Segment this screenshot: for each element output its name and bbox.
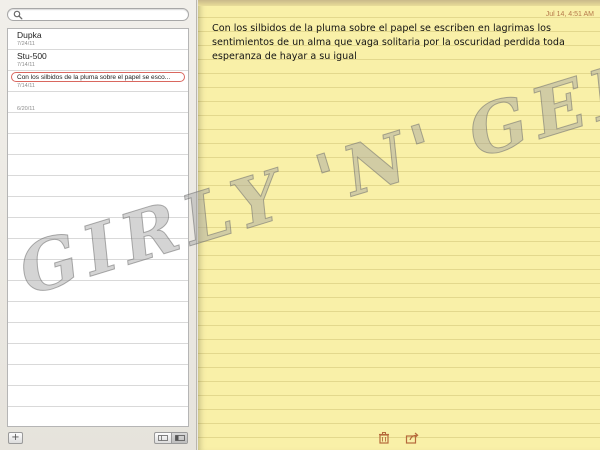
view-toggle [154, 432, 188, 444]
note-item-title: Dupka [17, 30, 42, 40]
note-item-title: Stu-500 [17, 51, 47, 61]
note-list-item-dupka[interactable]: Dupka 7/24/11 [8, 29, 188, 50]
sidebar-footer: + [0, 428, 197, 450]
note-timestamp: Jul 14, 4:51 AM [545, 11, 594, 18]
note-list-item-selected[interactable]: Con los silbidos de la pluma sobre el pa… [8, 71, 188, 92]
split-view-button[interactable] [172, 433, 187, 443]
search-icon [13, 10, 23, 20]
note-list-item-untitled[interactable]: 6/20/11 [8, 92, 188, 113]
note-toolbar [198, 430, 600, 446]
trash-icon[interactable] [377, 431, 391, 445]
split-view-icon [175, 435, 185, 441]
search-input[interactable] [25, 9, 183, 20]
search-bar[interactable] [7, 8, 189, 21]
notes-app: Dupka 7/24/11 Stu-500 7/14/11 Con los si… [0, 0, 600, 450]
note-item-date: 7/24/11 [17, 41, 35, 47]
note-item-date: 6/20/11 [17, 106, 35, 112]
plus-icon: + [11, 432, 20, 443]
list-view-button[interactable] [155, 433, 172, 443]
note-list: Dupka 7/24/11 Stu-500 7/14/11 Con los si… [7, 28, 189, 427]
list-view-icon [158, 435, 168, 441]
note-list-item-stu-500[interactable]: Stu-500 7/14/11 [8, 50, 188, 71]
share-icon[interactable] [405, 431, 419, 445]
note-item-date: 7/14/11 [17, 62, 35, 68]
notes-sidebar: Dupka 7/24/11 Stu-500 7/14/11 Con los si… [0, 0, 197, 450]
paper-top-edge [198, 0, 600, 6]
note-pad[interactable]: Jul 14, 4:51 AM Con los silbidos de la p… [198, 0, 600, 450]
note-item-title: Con los silbidos de la pluma sobre el pa… [17, 74, 171, 81]
note-item-date: 7/14/11 [17, 83, 35, 89]
add-note-button[interactable]: + [8, 432, 23, 444]
note-body-text[interactable]: Con los silbidos de la pluma sobre el pa… [212, 22, 588, 64]
